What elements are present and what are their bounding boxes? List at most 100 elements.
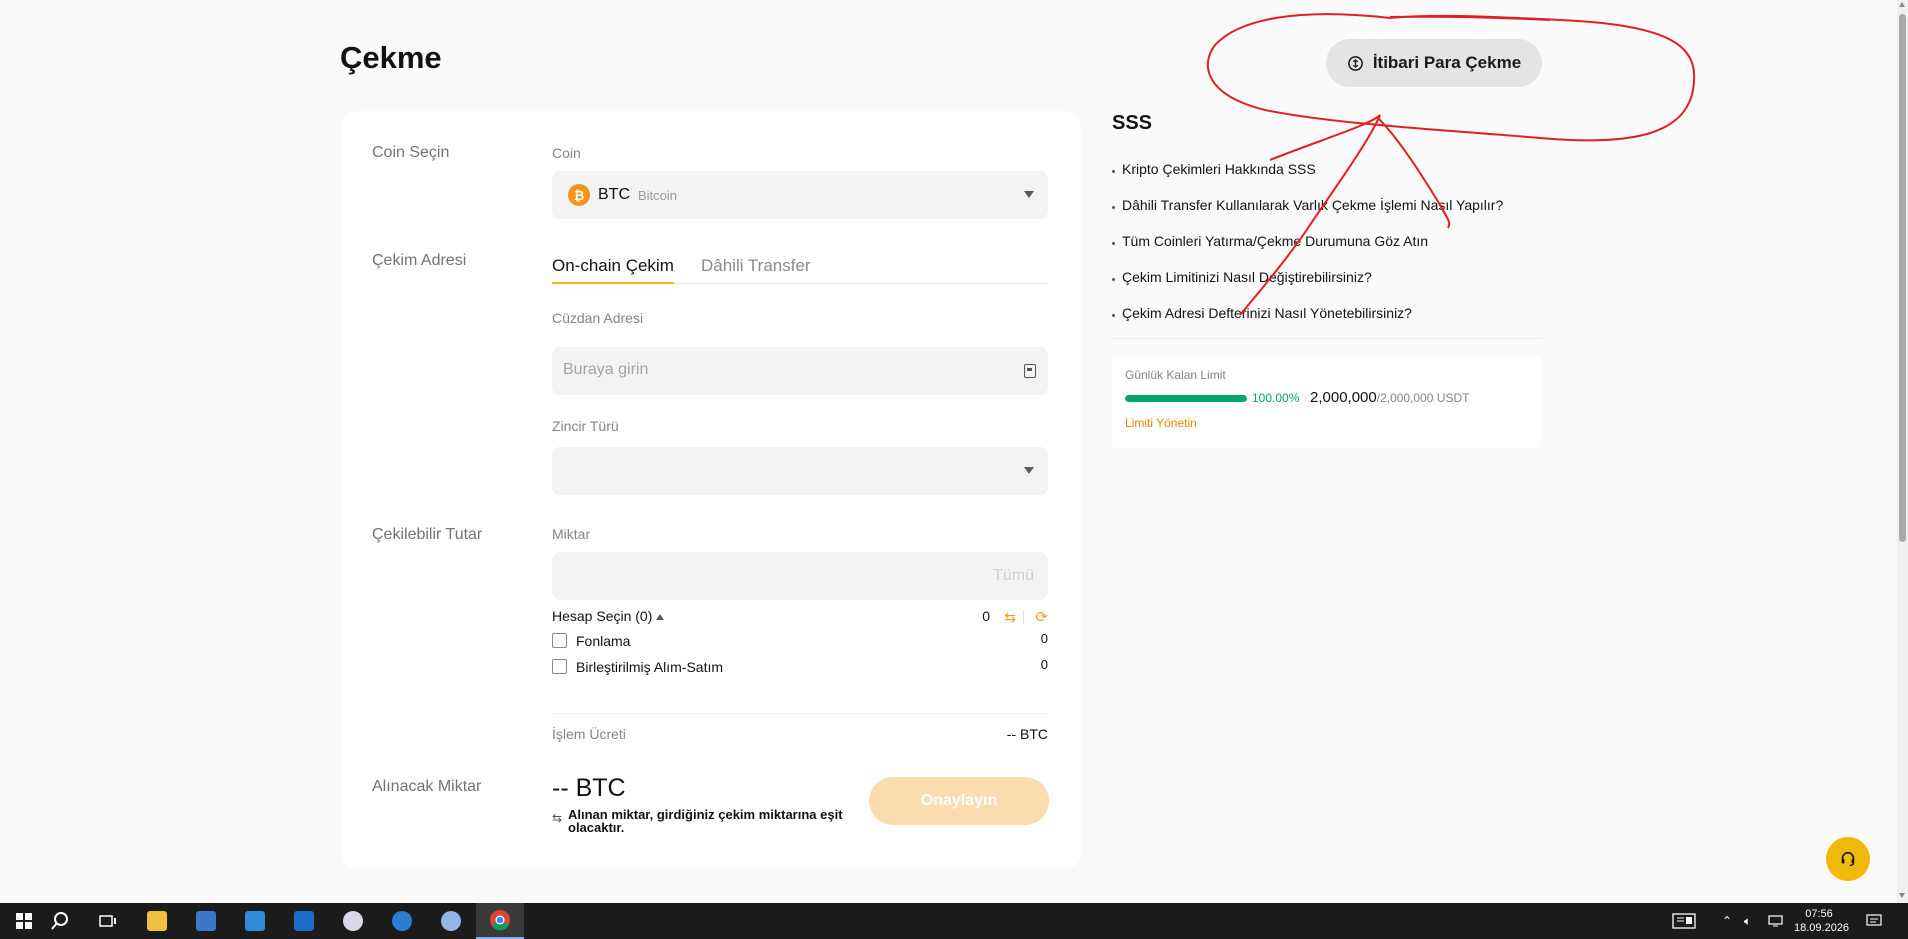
confirm-button[interactable]: Onaylayın: [869, 777, 1049, 825]
fiat-coin-icon: [1347, 55, 1363, 71]
daily-limit-progress: [1125, 395, 1247, 402]
wallet-address-input[interactable]: Buraya girin: [552, 347, 1048, 395]
wallet-field-label: Cüzdan Adresi: [552, 310, 644, 326]
bitcoin-icon: ₿: [568, 184, 590, 206]
fiat-withdraw-label: İtibari Para Çekme: [1372, 53, 1522, 72]
amount-input[interactable]: Tümü: [552, 552, 1048, 600]
fee-label: İşlem Ücreti: [552, 726, 626, 742]
receive-amount: -- BTC: [552, 774, 626, 802]
daily-limit-total: /2,000,000 USDT: [1376, 391, 1470, 405]
volume-icon[interactable]: 🔈︎: [1744, 903, 1751, 939]
faq-divider: [1112, 338, 1542, 339]
coin-section-label: Coin Seçin: [372, 144, 450, 161]
chain-field-label: Zincir Türü: [552, 418, 619, 434]
funding-balance: 0: [1040, 631, 1048, 646]
address-book-icon[interactable]: [1024, 364, 1036, 378]
daily-limit-label: Günlük Kalan Limit: [1125, 368, 1226, 382]
mail-icon: [294, 911, 314, 931]
faq-item[interactable]: Dâhili Transfer Kullanılarak Varlık Çekm…: [1112, 197, 1503, 233]
calculator-icon: [196, 911, 216, 931]
folder-icon: [147, 911, 167, 931]
transfer-icon[interactable]: ⇆: [1004, 609, 1016, 626]
unified-trading-balance: 0: [1040, 657, 1048, 672]
account-select-toggle[interactable]: Hesap Seçin (0): [552, 608, 665, 624]
tab-internal-transfer[interactable]: Dâhili Transfer: [701, 256, 811, 282]
windows-logo-icon: [16, 913, 32, 929]
manage-limit-link[interactable]: Limiti Yönetin: [1125, 416, 1197, 430]
receive-section-label: Alınacak Miktar: [372, 778, 482, 795]
notification-center-icon[interactable]: [1866, 903, 1882, 939]
withdraw-form-card: Coin Seçin Coin ₿ BTC Bitcoin Çekim Adre…: [341, 111, 1081, 869]
tab-onchain-withdraw[interactable]: On-chain Çekim: [552, 256, 674, 284]
fiat-withdraw-button[interactable]: İtibari Para Çekme: [1326, 39, 1542, 87]
taskbar-app-utility[interactable]: [427, 903, 475, 939]
amount-field-label: Miktar: [552, 526, 591, 542]
taskbar-clock[interactable]: 07:56 18.09.2026: [1794, 907, 1850, 935]
clock-date: 18.09.2026: [1794, 922, 1850, 934]
windows-taskbar: ⌃ 🔈︎ 07:56 18.09.2026: [0, 903, 1908, 939]
coin-field-label: Coin: [552, 145, 581, 161]
address-tabs: On-chain Çekim Dâhili Transfer: [552, 256, 1048, 284]
support-chat-button[interactable]: [1826, 837, 1870, 881]
daily-limit-percent: 100.00%: [1252, 391, 1300, 405]
amount-all-button[interactable]: Tümü: [993, 567, 1034, 585]
divider: [1023, 610, 1024, 624]
taskbar-app-store[interactable]: [231, 903, 279, 939]
clock-time: 07:56: [1805, 908, 1833, 920]
tray-chevron-up-icon[interactable]: ⌃: [1722, 903, 1732, 939]
taskbar-app-file-explorer[interactable]: [133, 903, 181, 939]
task-view-icon: [99, 915, 116, 927]
wallet-address-placeholder: Buraya girin: [563, 361, 649, 378]
refresh-icon[interactable]: ⟳: [1035, 608, 1048, 626]
network-icon[interactable]: [1768, 903, 1784, 939]
account-option-unified-trading: Birleştirilmiş Alım-Satım 0: [552, 657, 1048, 677]
account-option-funding: Fonlama 0: [552, 631, 1048, 651]
withdraw-page: Çekme İtibari Para Çekme Coin Seçin Coin…: [0, 0, 1897, 903]
fee-value: -- BTC: [1006, 726, 1048, 742]
faq-item[interactable]: Çekim Adresi Defterinizi Nasıl Yönetebil…: [1112, 305, 1503, 341]
chevron-down-icon: [1024, 467, 1034, 474]
account-select-row: Hesap Seçin (0) 0 ⇆ ⟳: [552, 608, 1048, 628]
daily-limit-progress-fill: [1125, 395, 1247, 402]
faq-item[interactable]: Çekim Limitinizi Nasıl Değiştirebilirsin…: [1112, 269, 1503, 305]
scroll-down-arrow[interactable]: [1899, 893, 1905, 898]
headset-icon: [1841, 851, 1855, 866]
store-icon: [245, 911, 265, 931]
task-view-button[interactable]: [84, 903, 132, 939]
faq-item[interactable]: Kripto Çekimleri Hakkında SSS: [1112, 161, 1503, 197]
taskbar-app-mail[interactable]: [378, 903, 426, 939]
unified-trading-checkbox[interactable]: [552, 659, 567, 674]
scroll-thumb[interactable]: [1899, 14, 1906, 542]
funding-checkbox[interactable]: [552, 633, 567, 648]
daily-limit-card: Günlük Kalan Limit 100.00% 2,000,000/2,0…: [1112, 356, 1542, 448]
page-title: Çekme: [340, 40, 442, 75]
search-button[interactable]: [36, 903, 84, 939]
taskbar-app-calculator[interactable]: [182, 903, 230, 939]
chrome-icon: [490, 910, 510, 931]
page-scrollbar[interactable]: [1897, 0, 1908, 903]
daily-limit-value: 2,000,000/2,000,000 USDT: [1310, 389, 1469, 406]
withdrawable-section-label: Çekilebilir Tutar: [372, 526, 483, 543]
coin-name: Bitcoin: [638, 187, 678, 203]
taskbar-app-outlook[interactable]: [280, 903, 328, 939]
funding-label: Fonlama: [576, 633, 631, 649]
faq-item[interactable]: Tüm Coinleri Yatırma/Çekme Durumuna Göz …: [1112, 233, 1503, 269]
account-select-label: Hesap Seçin (0): [552, 608, 653, 624]
taskbar-app-paint[interactable]: [329, 903, 377, 939]
daily-limit-remaining: 2,000,000: [1310, 389, 1377, 406]
taskbar-app-chrome[interactable]: [476, 903, 524, 939]
receive-note: ⇆ Alınan miktar, girdiğiniz çekim miktar…: [552, 808, 862, 834]
chevron-up-icon: [656, 614, 665, 621]
network-monitor-icon: [1768, 915, 1783, 927]
news-widget-icon[interactable]: [1672, 903, 1696, 939]
envelope-icon: [392, 911, 412, 931]
address-section-label: Çekim Adresi: [372, 252, 467, 269]
search-icon: [51, 912, 68, 930]
news-icon: [1672, 913, 1696, 929]
notification-icon: [1866, 914, 1882, 926]
scroll-up-arrow[interactable]: [1899, 2, 1905, 7]
chain-type-select[interactable]: [552, 447, 1048, 495]
chevron-down-icon: [1024, 191, 1034, 198]
account-total: 0: [982, 608, 990, 624]
coin-select[interactable]: ₿ BTC Bitcoin: [552, 171, 1048, 219]
